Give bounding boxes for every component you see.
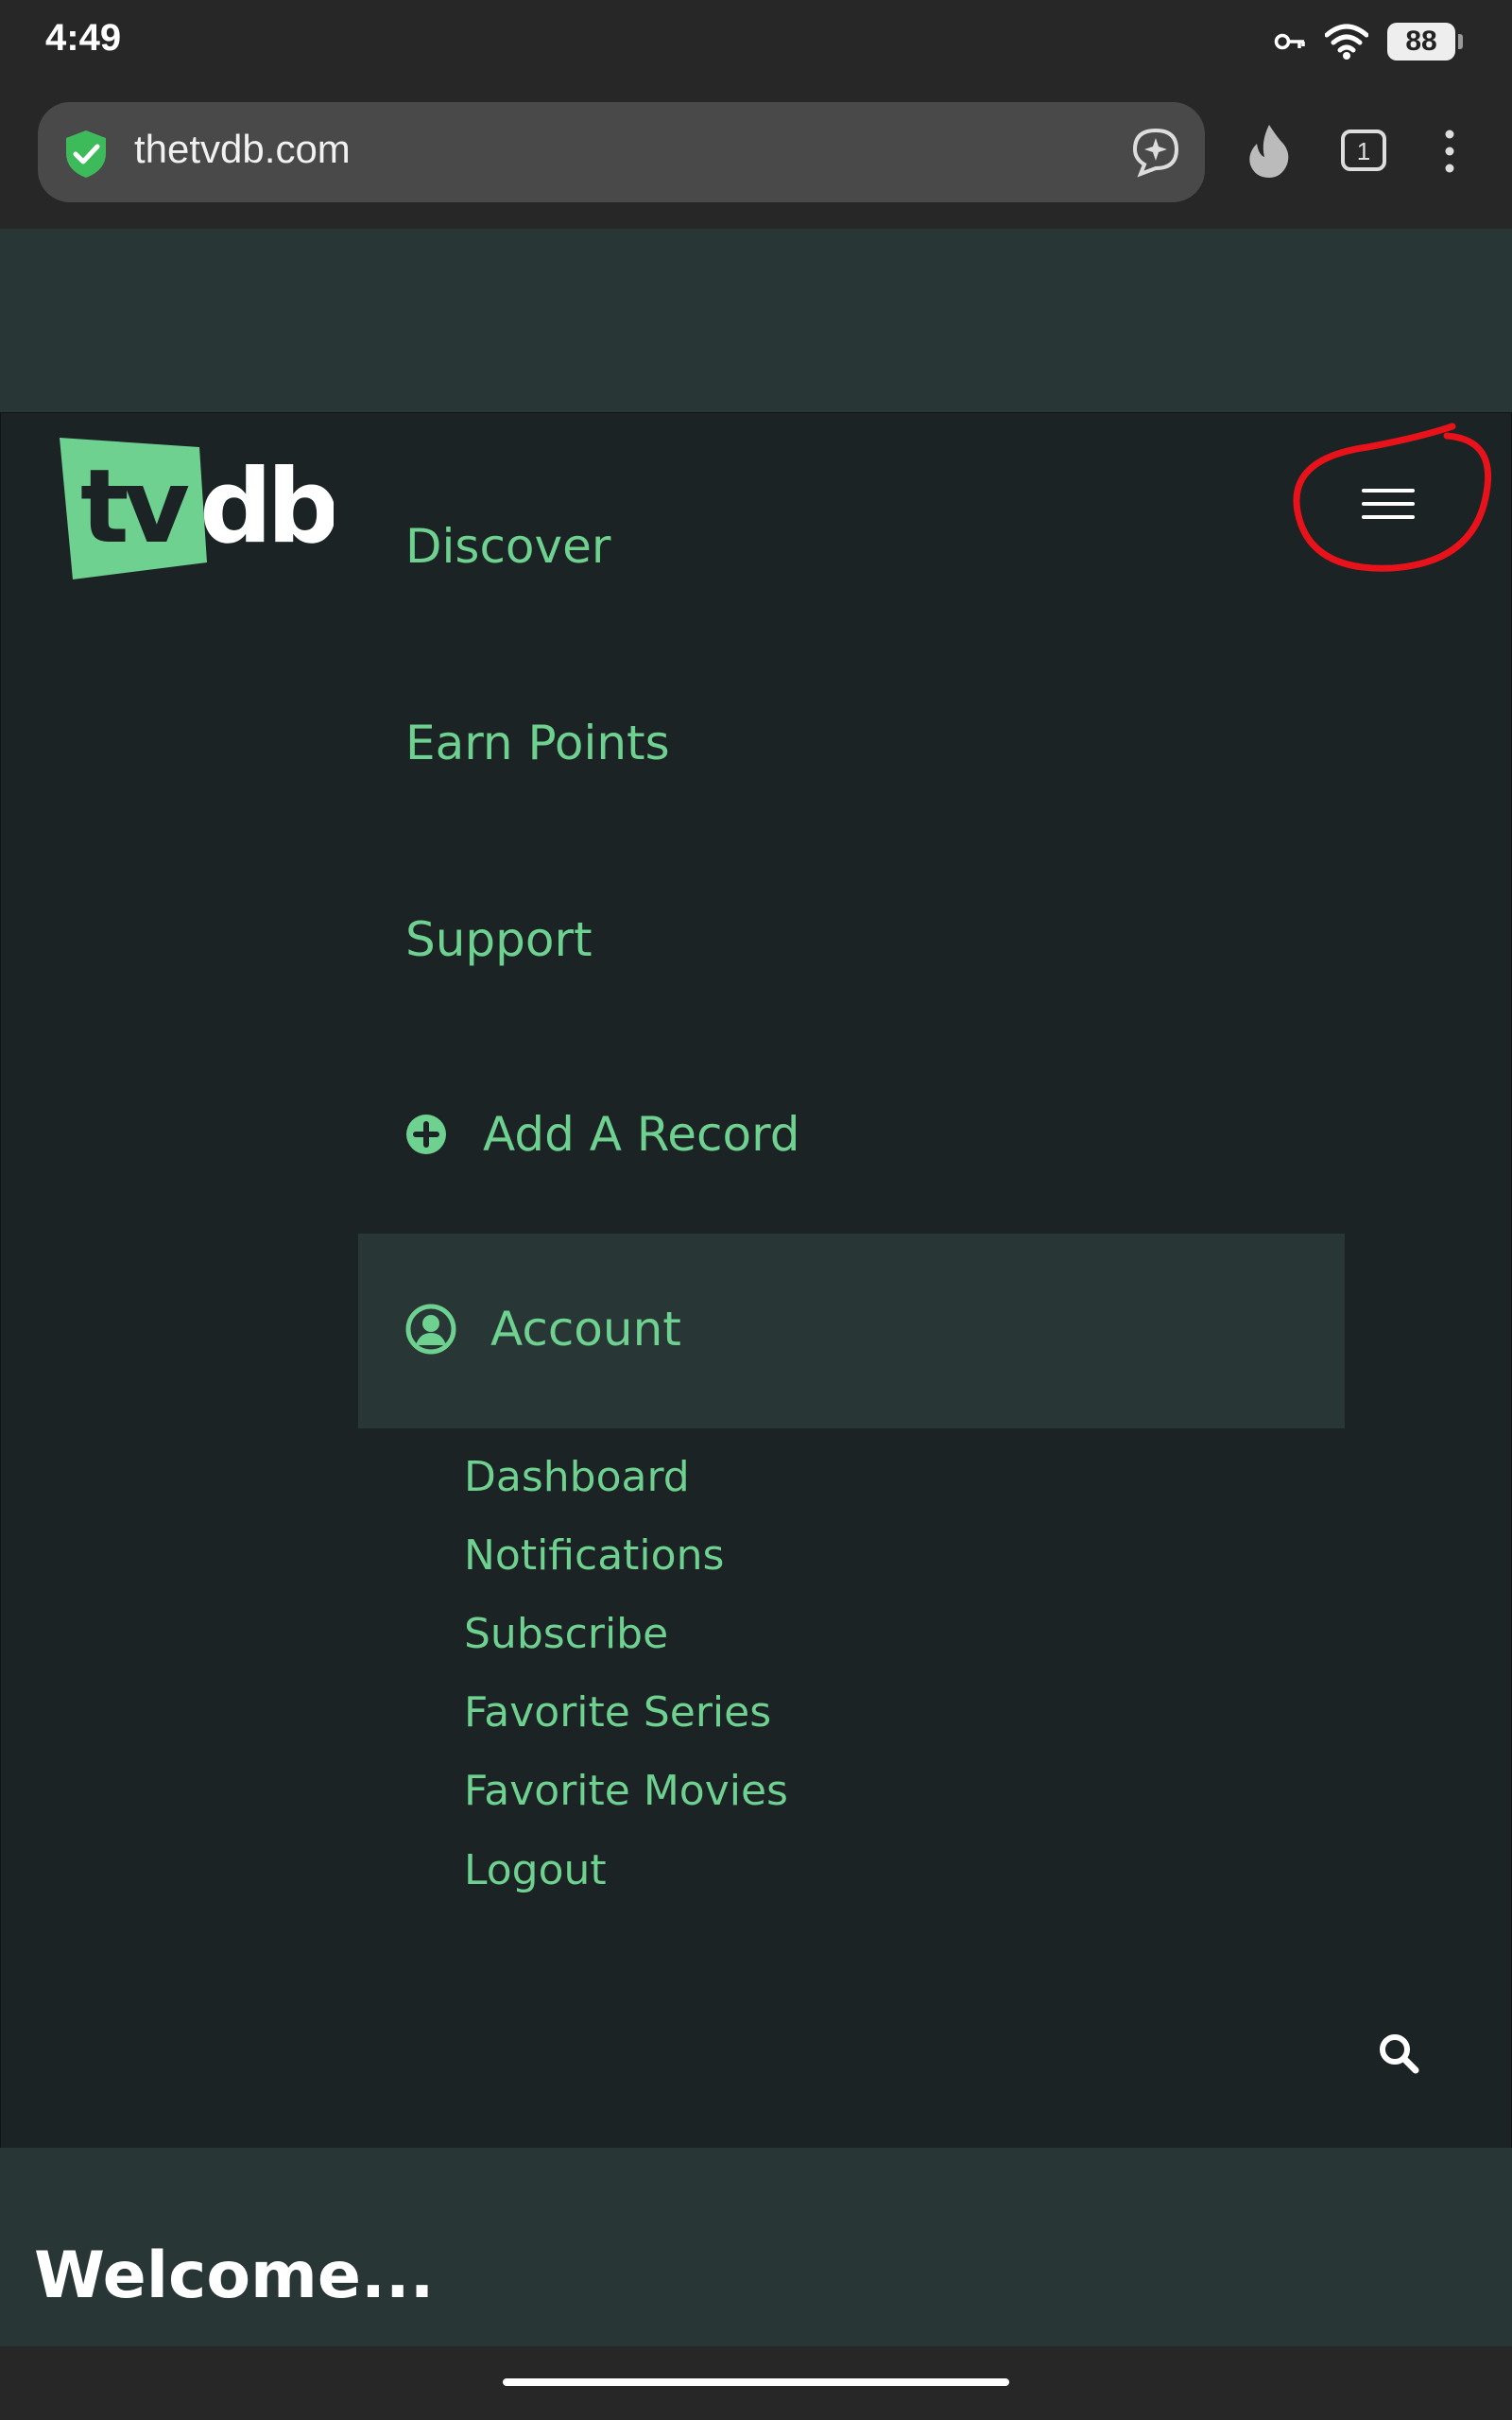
hamburger-line <box>1362 489 1415 493</box>
nav-account-label: Account <box>490 1302 681 1357</box>
nav-support[interactable]: Support <box>405 912 593 967</box>
hamburger-line <box>1362 502 1415 506</box>
page-top-band <box>0 229 1512 412</box>
more-options-icon[interactable] <box>1442 129 1457 174</box>
status-bar: 4:49 88 <box>0 0 1512 85</box>
site-navigation: tv db Discover Earn Points Support Add A… <box>0 412 1512 2150</box>
submenu-favorite-movies[interactable]: Favorite Movies <box>464 1767 788 1815</box>
submenu-favorite-series[interactable]: Favorite Series <box>464 1688 771 1737</box>
tab-switcher-button[interactable]: 1 <box>1340 129 1387 172</box>
nav-discover[interactable]: Discover <box>405 519 610 574</box>
nav-add-record[interactable]: Add A Record <box>405 1107 800 1162</box>
menu-toggle-button[interactable] <box>1362 489 1415 527</box>
flame-icon[interactable] <box>1246 123 1293 180</box>
user-circle-icon <box>405 1304 456 1355</box>
submenu-subscribe[interactable]: Subscribe <box>464 1610 668 1658</box>
status-icons: 88 <box>1274 21 1463 62</box>
browser-toolbar: thetvdb.com 1 <box>0 85 1512 229</box>
address-bar[interactable]: thetvdb.com <box>38 102 1205 202</box>
url-text: thetvdb.com <box>134 127 351 171</box>
submenu-dashboard[interactable]: Dashboard <box>464 1453 690 1501</box>
submenu-notifications[interactable]: Notifications <box>464 1531 724 1580</box>
search-icon[interactable] <box>1377 2031 1420 2075</box>
plus-circle-icon <box>406 1115 446 1154</box>
battery-indicator: 88 <box>1387 23 1463 60</box>
submenu-logout[interactable]: Logout <box>464 1846 607 1894</box>
svg-text:1: 1 <box>1357 137 1370 165</box>
nav-account[interactable]: Account <box>358 1234 1345 1428</box>
welcome-section: Welcome... <box>0 2148 1512 2346</box>
assistant-chat-icon[interactable] <box>1129 125 1182 178</box>
secure-shield-icon <box>66 130 106 178</box>
wifi-icon <box>1325 24 1368 60</box>
nav-earn-points[interactable]: Earn Points <box>405 716 670 770</box>
svg-text:db: db <box>199 448 334 566</box>
nav-add-record-label: Add A Record <box>483 1107 800 1162</box>
svg-text:tv: tv <box>80 448 189 566</box>
status-time: 4:49 <box>45 17 122 59</box>
tvdb-logo[interactable]: tv db <box>60 436 334 587</box>
home-gesture-handle[interactable] <box>503 2378 1009 2386</box>
vpn-key-icon <box>1274 33 1305 50</box>
welcome-heading: Welcome... <box>34 2238 435 2313</box>
hamburger-line <box>1362 515 1415 519</box>
system-navigation-bar <box>0 2346 1512 2420</box>
